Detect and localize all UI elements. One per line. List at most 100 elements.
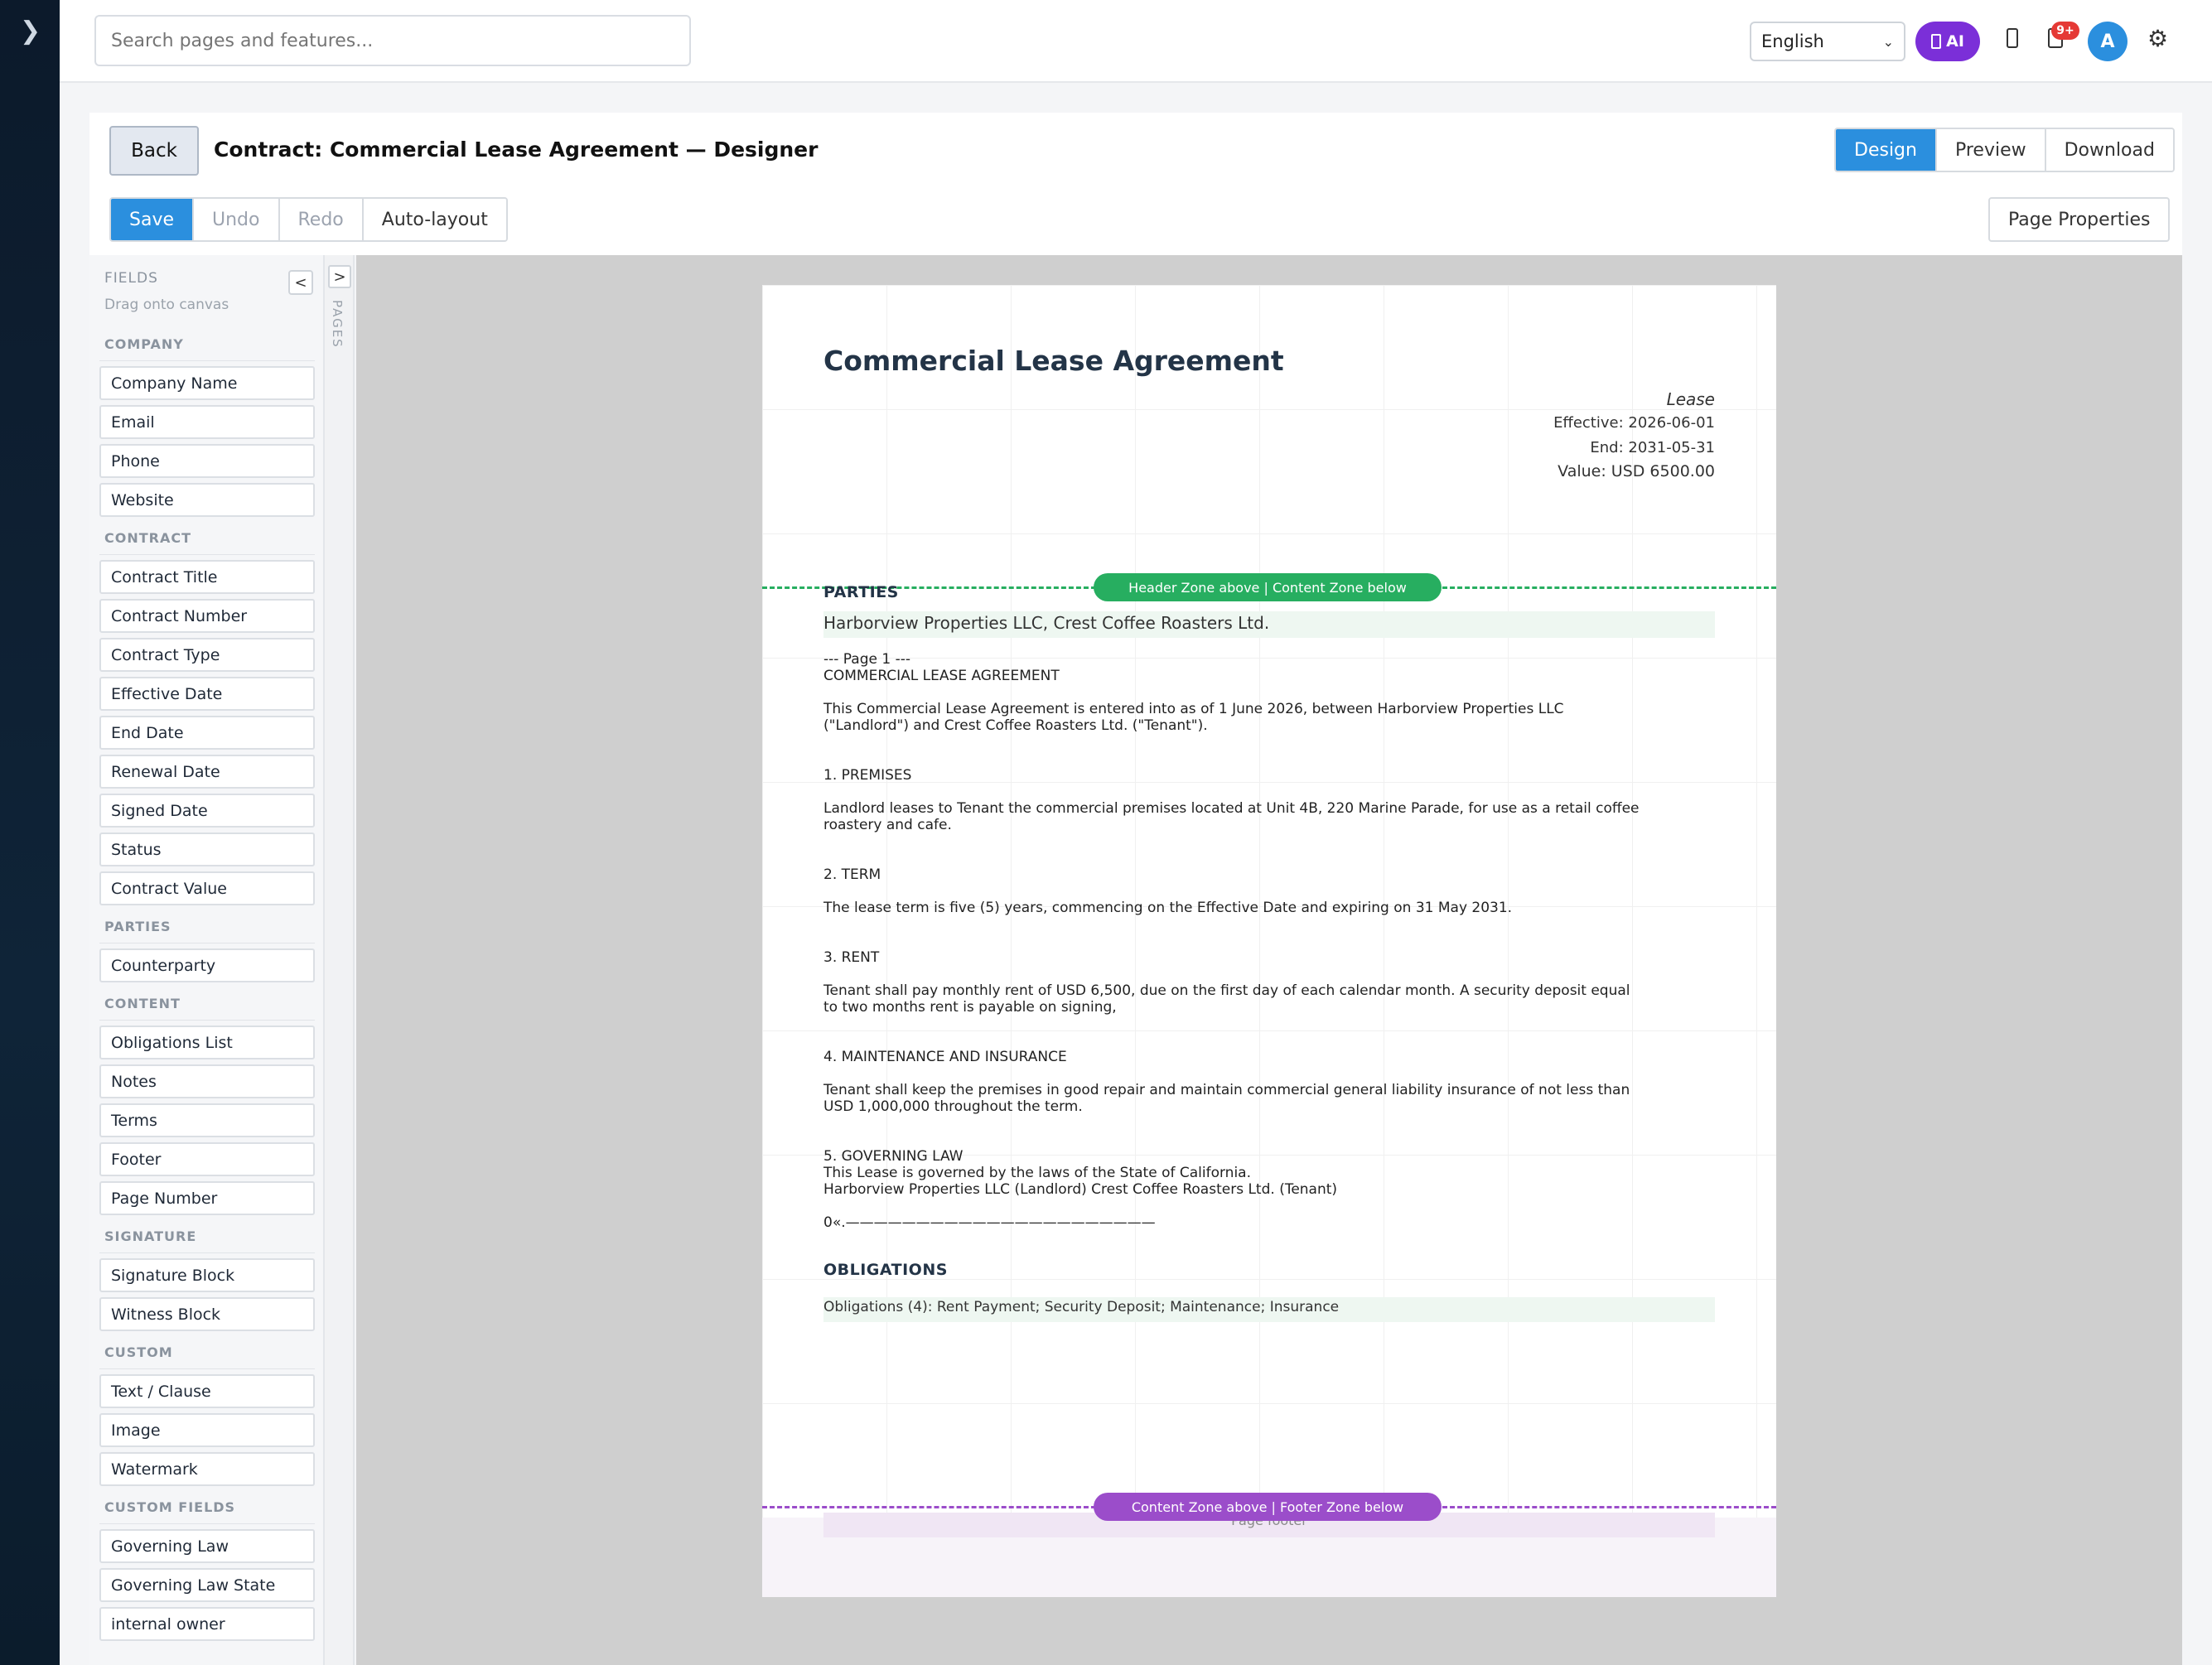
field-item-contract-title[interactable]: Contract Title xyxy=(99,560,315,594)
end-date-field[interactable]: End: 2031-05-31 xyxy=(1590,439,1715,456)
field-item-terms[interactable]: Terms xyxy=(99,1103,315,1137)
field-item-website[interactable]: Website xyxy=(99,483,315,517)
notifications-badge: 9+ xyxy=(2051,22,2079,40)
terms-text-block[interactable]: --- Page 1 --- COMMERCIAL LEASE AGREEMENT… xyxy=(823,651,1652,1231)
field-item-signed-date[interactable]: Signed Date xyxy=(99,794,315,828)
body-line xyxy=(823,833,1652,850)
collapse-fields-button[interactable]: < xyxy=(288,270,313,295)
body-line: USD 1,000,000 throughout the term. xyxy=(823,1098,1083,1115)
body-line xyxy=(823,1016,1652,1032)
body-line: 4. MAINTENANCE AND INSURANCE xyxy=(823,1049,1067,1065)
document-page[interactable]: Commercial Lease Agreement Lease Effecti… xyxy=(762,285,1776,1597)
tab-download[interactable]: Download xyxy=(2045,129,2173,171)
field-group-heading: SIGNATURE xyxy=(99,1223,315,1253)
header-zone-label[interactable]: Header Zone above | Content Zone below xyxy=(1094,573,1442,601)
fields-panel: FIELDS Drag onto canvas < COMPANY Company… xyxy=(89,255,325,1665)
body-line: --- Page 1 --- xyxy=(823,651,910,668)
expand-sidebar-icon[interactable]: ❯ xyxy=(20,17,41,46)
language-value: English xyxy=(1761,31,1824,51)
body-line xyxy=(823,1132,1652,1148)
back-button[interactable]: Back xyxy=(109,126,199,176)
body-line: roastery and cafe. xyxy=(823,817,952,833)
contract-type-field[interactable]: Lease xyxy=(1667,389,1715,409)
field-item-counterparty[interactable]: Counterparty xyxy=(99,948,315,982)
tab-design[interactable]: Design xyxy=(1836,129,1937,171)
field-item-end-date[interactable]: End Date xyxy=(99,716,315,750)
body-line: Tenant shall pay monthly rent of USD 6,5… xyxy=(823,982,1630,999)
chevron-down-icon: ⌄ xyxy=(1882,33,1894,50)
body-line xyxy=(823,850,1652,866)
field-item-signature-block[interactable]: Signature Block xyxy=(99,1258,315,1292)
obligations-heading: OBLIGATIONS xyxy=(823,1261,948,1279)
body-line: This Lease is governed by the laws of th… xyxy=(823,1165,1252,1181)
field-item-governing-law[interactable]: Governing Law xyxy=(99,1529,315,1563)
field-group-heading: CONTRACT xyxy=(99,525,315,555)
field-item-footer[interactable]: Footer xyxy=(99,1142,315,1176)
field-item-text-clause[interactable]: Text / Clause xyxy=(99,1374,315,1408)
field-item-contract-value[interactable]: Contract Value xyxy=(99,871,315,905)
body-line: to two months rent is payable on signing… xyxy=(823,999,1117,1016)
field-item-notes[interactable]: Notes xyxy=(99,1064,315,1098)
effective-date-field[interactable]: Effective: 2026-06-01 xyxy=(1553,414,1715,432)
body-line: Harborview Properties LLC (Landlord) Cre… xyxy=(823,1181,1338,1198)
field-item-company-name[interactable]: Company Name xyxy=(99,366,315,400)
field-item-effective-date[interactable]: Effective Date xyxy=(99,677,315,711)
field-item-governing-law-state[interactable]: Governing Law State xyxy=(99,1568,315,1602)
field-item-page-number[interactable]: Page Number xyxy=(99,1181,315,1215)
search-input[interactable] xyxy=(94,15,691,66)
body-line xyxy=(823,966,1652,982)
footer-zone-label[interactable]: Content Zone above | Footer Zone below xyxy=(1094,1493,1442,1521)
body-line xyxy=(823,1032,1652,1049)
field-item-phone[interactable]: Phone xyxy=(99,444,315,478)
body-line xyxy=(823,750,1652,767)
field-item-status[interactable]: Status xyxy=(99,832,315,866)
contract-value-field[interactable]: Value: USD 6500.00 xyxy=(1558,462,1715,480)
field-item-contract-number[interactable]: Contract Number xyxy=(99,599,315,633)
body-line xyxy=(823,1065,1652,1082)
auto-layout-button[interactable]: Auto-layout xyxy=(363,199,506,240)
body-line xyxy=(823,734,1652,750)
field-item-watermark[interactable]: Watermark xyxy=(99,1452,315,1486)
obligations-list-field[interactable]: Obligations (4): Rent Payment; Security … xyxy=(823,1297,1715,1322)
pages-panel: > PAGES xyxy=(325,255,355,1665)
field-item-image[interactable]: Image xyxy=(99,1413,315,1447)
page-properties-button[interactable]: Page Properties xyxy=(1988,197,2171,242)
save-button[interactable]: Save xyxy=(111,199,195,240)
ai-icon xyxy=(1931,34,1942,49)
designer-header: Back Contract: Commercial Lease Agreemen… xyxy=(89,113,2182,255)
field-group-heading: CONTENT xyxy=(99,991,315,1021)
tab-preview[interactable]: Preview xyxy=(1936,129,2046,171)
design-canvas: Commercial Lease Agreement Lease Effecti… xyxy=(356,255,2182,1665)
field-group-heading: PARTIES xyxy=(99,914,315,943)
body-line xyxy=(823,784,1652,800)
field-list: COMPANY Company Name Email Phone Website CONT… xyxy=(99,331,315,1646)
counterparty-field[interactable]: Harborview Properties LLC, Crest Coffee … xyxy=(823,611,1715,638)
ai-button[interactable]: AI xyxy=(1915,22,1980,61)
language-select[interactable]: English ⌄ xyxy=(1750,22,1905,61)
field-item-email[interactable]: Email xyxy=(99,405,315,439)
body-line xyxy=(823,916,1652,933)
gear-icon[interactable]: ⚙ xyxy=(2147,25,2168,52)
undo-button[interactable]: Undo xyxy=(194,199,280,240)
field-group-heading: COMPANY xyxy=(99,331,315,361)
avatar[interactable]: A xyxy=(2088,22,2127,61)
body-line: Landlord leases to Tenant the commercial… xyxy=(823,800,1640,817)
expand-pages-button[interactable]: > xyxy=(328,265,351,288)
field-group-heading: CUSTOM FIELDS xyxy=(99,1494,315,1524)
field-item-renewal-date[interactable]: Renewal Date xyxy=(99,755,315,789)
body-line: 2. TERM xyxy=(823,866,881,883)
field-item-obligations-list[interactable]: Obligations List xyxy=(99,1026,315,1059)
redo-button[interactable]: Redo xyxy=(279,199,364,240)
mobile-icon[interactable] xyxy=(2007,28,2018,48)
field-item-contract-type[interactable]: Contract Type xyxy=(99,638,315,672)
field-group-heading: CUSTOM xyxy=(99,1339,315,1369)
body-line: This Commercial Lease Agreement is enter… xyxy=(823,701,1564,717)
body-line: COMMERCIAL LEASE AGREEMENT xyxy=(823,668,1060,684)
pages-label: PAGES xyxy=(330,300,345,349)
parties-heading: PARTIES xyxy=(823,583,899,601)
edit-toolbar: Save Undo Redo Auto-layout xyxy=(109,197,508,242)
field-item-witness-block[interactable]: Witness Block xyxy=(99,1297,315,1331)
contract-title-field[interactable]: Commercial Lease Agreement xyxy=(823,345,1284,377)
field-item-internal-owner[interactable]: internal owner xyxy=(99,1607,315,1641)
body-line xyxy=(823,883,1652,900)
